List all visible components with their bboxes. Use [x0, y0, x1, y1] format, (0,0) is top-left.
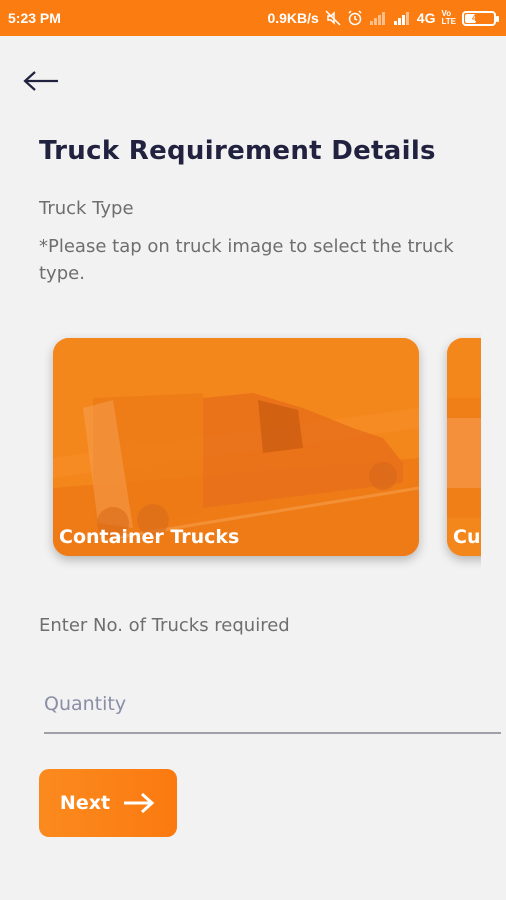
truck-card-label: Container Trucks	[59, 526, 240, 548]
truck-type-hint: *Please tap on truck image to select the…	[39, 236, 454, 284]
alarm-icon	[347, 10, 363, 26]
truck-carousel[interactable]: Container Trucks Cur	[0, 320, 481, 580]
next-button[interactable]: Next	[39, 769, 177, 837]
truck-card-container[interactable]: Container Trucks	[53, 338, 419, 556]
truck-image	[53, 338, 419, 556]
truck-type-label: Truck Type	[39, 198, 134, 219]
battery-level: 41	[471, 13, 482, 23]
arrow-right-icon	[124, 792, 155, 814]
signal-icon	[393, 11, 411, 25]
quantity-input[interactable]	[44, 684, 501, 734]
back-button[interactable]	[22, 64, 62, 98]
battery-icon: 41	[462, 10, 499, 26]
network-type: 4G	[416, 10, 436, 26]
next-button-label: Next	[59, 792, 111, 814]
truck-card-label: Cur	[453, 526, 481, 548]
status-time: 5:23 PM	[8, 10, 61, 26]
arrow-left-icon	[23, 71, 58, 91]
truck-image	[447, 338, 481, 556]
truck-card-curtain[interactable]: Cur	[447, 338, 481, 556]
mute-icon	[325, 10, 341, 26]
status-icons: 0.9KB/s 4G Vo LTE 41	[267, 10, 499, 26]
page-title: Truck Requirement Details	[39, 136, 436, 166]
status-bar: 5:23 PM 0.9KB/s 4G Vo LTE 41	[0, 0, 506, 36]
signal-icon	[369, 11, 387, 25]
volte-badge: Vo LTE	[441, 10, 456, 26]
volte-bottom: LTE	[441, 17, 456, 26]
quantity-label: Enter No. of Trucks required	[39, 615, 290, 636]
network-speed: 0.9KB/s	[267, 10, 319, 26]
